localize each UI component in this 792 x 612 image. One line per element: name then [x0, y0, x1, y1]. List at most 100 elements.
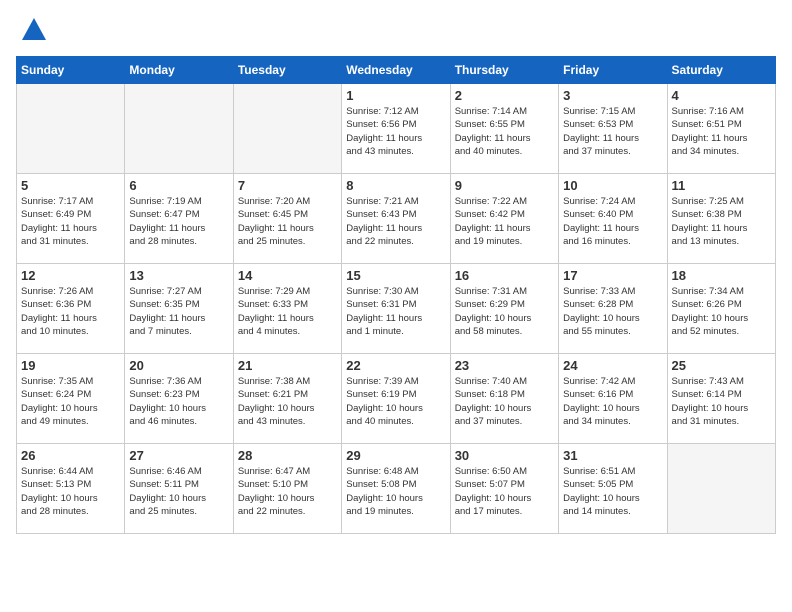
calendar-cell	[667, 444, 775, 534]
day-info: Sunrise: 7:35 AM Sunset: 6:24 PM Dayligh…	[21, 375, 120, 428]
calendar-cell: 20 Sunrise: 7:36 AM Sunset: 6:23 PM Dayli…	[125, 354, 233, 444]
day-number: 21	[238, 358, 337, 373]
calendar-cell: 8 Sunrise: 7:21 AM Sunset: 6:43 PM Daylig…	[342, 174, 450, 264]
day-number: 5	[21, 178, 120, 193]
day-number: 19	[21, 358, 120, 373]
calendar-cell: 18 Sunrise: 7:34 AM Sunset: 6:26 PM Dayli…	[667, 264, 775, 354]
day-number: 28	[238, 448, 337, 463]
day-info: Sunrise: 7:16 AM Sunset: 6:51 PM Dayligh…	[672, 105, 771, 158]
day-number: 29	[346, 448, 445, 463]
day-info: Sunrise: 7:14 AM Sunset: 6:55 PM Dayligh…	[455, 105, 554, 158]
calendar-cell: 4 Sunrise: 7:16 AM Sunset: 6:51 PM Daylig…	[667, 84, 775, 174]
day-number: 11	[672, 178, 771, 193]
day-info: Sunrise: 7:42 AM Sunset: 6:16 PM Dayligh…	[563, 375, 662, 428]
calendar-cell: 29 Sunrise: 6:48 AM Sunset: 5:08 PM Dayli…	[342, 444, 450, 534]
week-row-2: 5Sunrise: 7:17 AM Sunset: 6:49 PM Daylig…	[17, 174, 776, 264]
day-info: Sunrise: 7:26 AM Sunset: 6:36 PM Dayligh…	[21, 285, 120, 338]
week-row-4: 19 Sunrise: 7:35 AM Sunset: 6:24 PM Dayli…	[17, 354, 776, 444]
day-number: 26	[21, 448, 120, 463]
day-number: 12	[21, 268, 120, 283]
day-number: 2	[455, 88, 554, 103]
calendar-cell: 22 Sunrise: 7:39 AM Sunset: 6:19 PM Dayli…	[342, 354, 450, 444]
day-info: Sunrise: 7:22 AM Sunset: 6:42 PM Dayligh…	[455, 195, 554, 248]
day-number: 23	[455, 358, 554, 373]
day-info: Sunrise: 7:39 AM Sunset: 6:19 PM Dayligh…	[346, 375, 445, 428]
calendar-cell: 27 Sunrise: 6:46 AM Sunset: 5:11 PM Dayli…	[125, 444, 233, 534]
day-number: 24	[563, 358, 662, 373]
calendar-cell: 11 Sunrise: 7:25 AM Sunset: 6:38 PM Dayli…	[667, 174, 775, 264]
week-row-1: 1 Sunrise: 7:12 AM Sunset: 6:56 PM Daylig…	[17, 84, 776, 174]
day-info: Sunrise: 7:27 AM Sunset: 6:35 PM Dayligh…	[129, 285, 228, 338]
day-number: 8	[346, 178, 445, 193]
day-number: 7	[238, 178, 337, 193]
day-info: Sunrise: 7:29 AM Sunset: 6:33 PM Dayligh…	[238, 285, 337, 338]
weekday-header-friday: Friday	[559, 57, 667, 84]
calendar-table: SundayMondayTuesdayWednesdayThursdayFrid…	[16, 56, 776, 534]
calendar-cell: 1 Sunrise: 7:12 AM Sunset: 6:56 PM Daylig…	[342, 84, 450, 174]
day-number: 17	[563, 268, 662, 283]
day-info: Sunrise: 7:33 AM Sunset: 6:28 PM Dayligh…	[563, 285, 662, 338]
calendar-cell: 31 Sunrise: 6:51 AM Sunset: 5:05 PM Dayli…	[559, 444, 667, 534]
calendar-cell: 16Sunrise: 7:31 AM Sunset: 6:29 PM Dayli…	[450, 264, 558, 354]
logo	[16, 16, 48, 44]
day-number: 25	[672, 358, 771, 373]
day-info: Sunrise: 7:19 AM Sunset: 6:47 PM Dayligh…	[129, 195, 228, 248]
weekday-header-thursday: Thursday	[450, 57, 558, 84]
calendar-cell	[125, 84, 233, 174]
day-info: Sunrise: 6:51 AM Sunset: 5:05 PM Dayligh…	[563, 465, 662, 518]
day-number: 22	[346, 358, 445, 373]
day-info: Sunrise: 7:15 AM Sunset: 6:53 PM Dayligh…	[563, 105, 662, 158]
week-row-3: 12 Sunrise: 7:26 AM Sunset: 6:36 PM Dayli…	[17, 264, 776, 354]
day-number: 31	[563, 448, 662, 463]
calendar-cell: 28 Sunrise: 6:47 AM Sunset: 5:10 PM Dayli…	[233, 444, 341, 534]
calendar-cell	[233, 84, 341, 174]
calendar-cell: 24 Sunrise: 7:42 AM Sunset: 6:16 PM Dayli…	[559, 354, 667, 444]
weekday-header-wednesday: Wednesday	[342, 57, 450, 84]
calendar-cell: 21 Sunrise: 7:38 AM Sunset: 6:21 PM Dayli…	[233, 354, 341, 444]
weekday-header-saturday: Saturday	[667, 57, 775, 84]
day-info: Sunrise: 7:36 AM Sunset: 6:23 PM Dayligh…	[129, 375, 228, 428]
day-number: 15	[346, 268, 445, 283]
day-number: 18	[672, 268, 771, 283]
day-info: Sunrise: 6:48 AM Sunset: 5:08 PM Dayligh…	[346, 465, 445, 518]
calendar-cell: 7 Sunrise: 7:20 AM Sunset: 6:45 PM Daylig…	[233, 174, 341, 264]
day-info: Sunrise: 7:43 AM Sunset: 6:14 PM Dayligh…	[672, 375, 771, 428]
day-info: Sunrise: 7:40 AM Sunset: 6:18 PM Dayligh…	[455, 375, 554, 428]
day-info: Sunrise: 7:31 AM Sunset: 6:29 PM Dayligh…	[455, 285, 554, 338]
calendar-cell: 5Sunrise: 7:17 AM Sunset: 6:49 PM Daylig…	[17, 174, 125, 264]
day-info: Sunrise: 6:47 AM Sunset: 5:10 PM Dayligh…	[238, 465, 337, 518]
day-info: Sunrise: 7:25 AM Sunset: 6:38 PM Dayligh…	[672, 195, 771, 248]
day-info: Sunrise: 6:46 AM Sunset: 5:11 PM Dayligh…	[129, 465, 228, 518]
week-row-5: 26 Sunrise: 6:44 AM Sunset: 5:13 PM Dayli…	[17, 444, 776, 534]
calendar-cell: 15 Sunrise: 7:30 AM Sunset: 6:31 PM Dayli…	[342, 264, 450, 354]
page-header	[16, 16, 776, 44]
day-info: Sunrise: 7:38 AM Sunset: 6:21 PM Dayligh…	[238, 375, 337, 428]
day-number: 4	[672, 88, 771, 103]
day-number: 9	[455, 178, 554, 193]
day-info: Sunrise: 6:44 AM Sunset: 5:13 PM Dayligh…	[21, 465, 120, 518]
weekday-header-row: SundayMondayTuesdayWednesdayThursdayFrid…	[17, 57, 776, 84]
calendar-cell: 17 Sunrise: 7:33 AM Sunset: 6:28 PM Dayli…	[559, 264, 667, 354]
calendar-cell: 3Sunrise: 7:15 AM Sunset: 6:53 PM Daylig…	[559, 84, 667, 174]
calendar-cell: 14Sunrise: 7:29 AM Sunset: 6:33 PM Dayli…	[233, 264, 341, 354]
day-number: 6	[129, 178, 228, 193]
day-number: 13	[129, 268, 228, 283]
calendar-cell: 13 Sunrise: 7:27 AM Sunset: 6:35 PM Dayli…	[125, 264, 233, 354]
calendar-cell: 25 Sunrise: 7:43 AM Sunset: 6:14 PM Dayli…	[667, 354, 775, 444]
day-info: Sunrise: 7:12 AM Sunset: 6:56 PM Dayligh…	[346, 105, 445, 158]
day-info: Sunrise: 7:34 AM Sunset: 6:26 PM Dayligh…	[672, 285, 771, 338]
calendar-cell	[17, 84, 125, 174]
day-info: Sunrise: 7:21 AM Sunset: 6:43 PM Dayligh…	[346, 195, 445, 248]
calendar-cell: 2 Sunrise: 7:14 AM Sunset: 6:55 PM Daylig…	[450, 84, 558, 174]
weekday-header-sunday: Sunday	[17, 57, 125, 84]
day-info: Sunrise: 6:50 AM Sunset: 5:07 PM Dayligh…	[455, 465, 554, 518]
day-info: Sunrise: 7:20 AM Sunset: 6:45 PM Dayligh…	[238, 195, 337, 248]
calendar-cell: 6 Sunrise: 7:19 AM Sunset: 6:47 PM Daylig…	[125, 174, 233, 264]
day-number: 30	[455, 448, 554, 463]
day-number: 27	[129, 448, 228, 463]
calendar-cell: 9 Sunrise: 7:22 AM Sunset: 6:42 PM Daylig…	[450, 174, 558, 264]
day-number: 1	[346, 88, 445, 103]
calendar-cell: 23 Sunrise: 7:40 AM Sunset: 6:18 PM Dayli…	[450, 354, 558, 444]
day-info: Sunrise: 7:30 AM Sunset: 6:31 PM Dayligh…	[346, 285, 445, 338]
day-number: 20	[129, 358, 228, 373]
